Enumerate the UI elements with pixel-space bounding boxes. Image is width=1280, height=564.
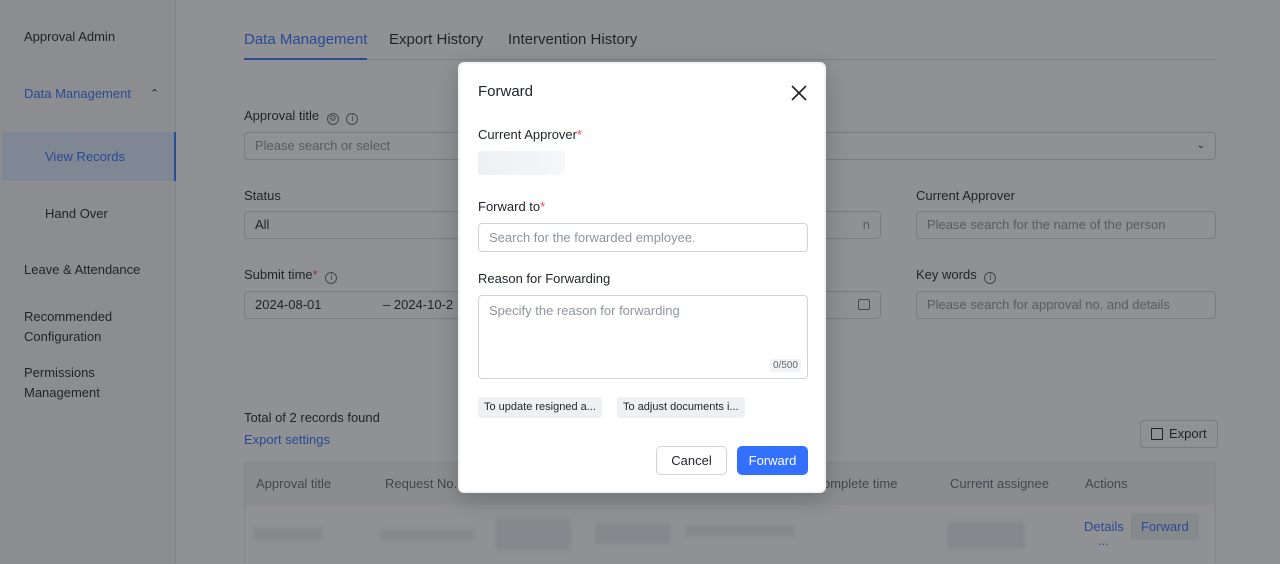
required-mark: * (540, 199, 546, 214)
forward-dialog: Forward Current Approver* Forward to* Se… (458, 62, 826, 493)
dialog-title: Forward (478, 83, 534, 100)
cancel-button[interactable]: Cancel (656, 446, 727, 475)
reason-label: Reason for Forwarding (478, 271, 611, 286)
character-count: 0/500 (769, 359, 801, 372)
forward-button[interactable]: Forward (737, 446, 808, 475)
reason-placeholder: Specify the reason for forwarding (489, 303, 680, 318)
forward-to-label: Forward to* (478, 199, 545, 214)
reason-chip[interactable]: To adjust documents i... (617, 397, 745, 418)
reason-textarea[interactable]: Specify the reason for forwarding 0/500 (478, 295, 808, 379)
current-approver-field-label: Current Approver* (478, 127, 582, 142)
current-approver-text: Current Approver (478, 127, 577, 142)
forward-to-text: Forward to (478, 199, 541, 214)
required-mark: * (577, 127, 583, 142)
reason-chip[interactable]: To update resigned a... (478, 397, 602, 418)
current-approver-avatar (478, 151, 565, 175)
forward-to-input[interactable]: Search for the forwarded employee. (478, 223, 808, 252)
close-icon[interactable] (789, 83, 809, 103)
